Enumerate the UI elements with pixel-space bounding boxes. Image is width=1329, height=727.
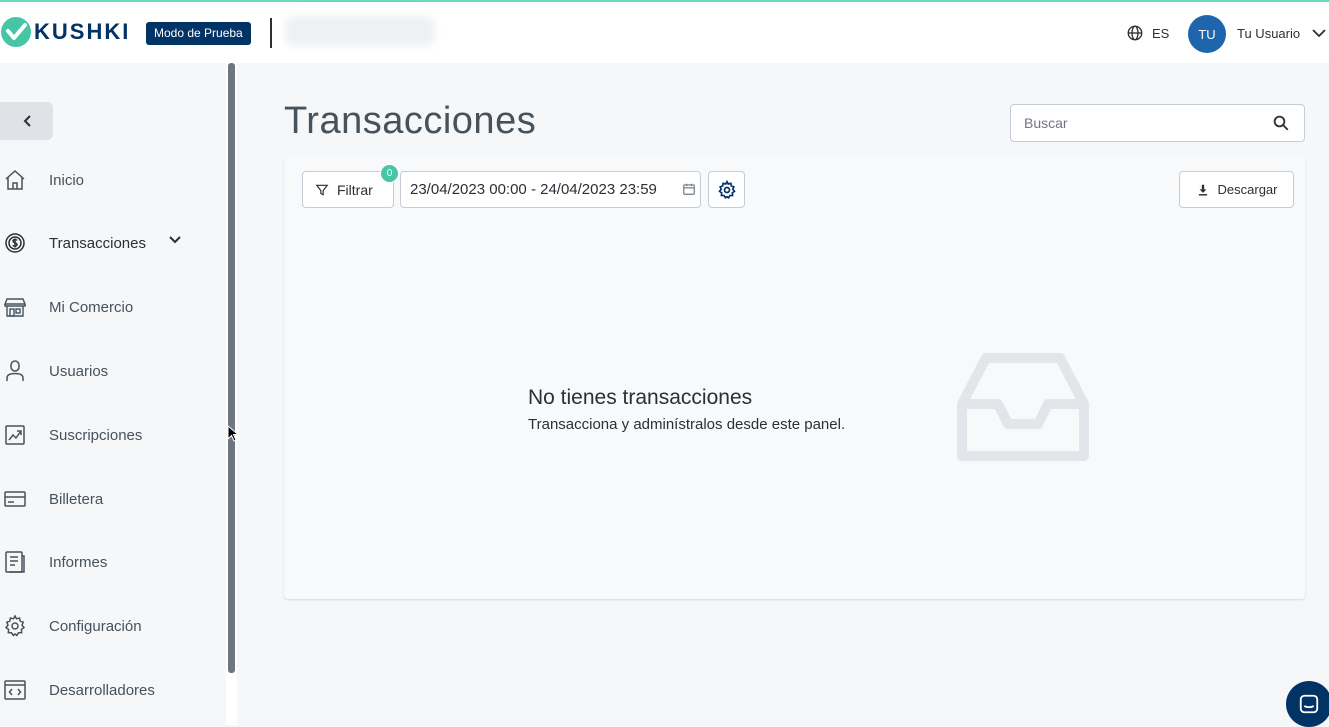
sidebar-item-label: Billetera [49, 490, 104, 508]
inbox-icon [957, 353, 1089, 461]
date-range-picker[interactable]: 23/04/2023 00:00 - 24/04/2023 23:59 [400, 171, 701, 208]
chevron-down-icon[interactable] [1312, 28, 1326, 38]
sidebar-item-label: Inicio [49, 171, 85, 189]
date-range-value: 23/04/2023 00:00 - 24/04/2023 23:59 [410, 181, 657, 198]
sidebar-item-billetera[interactable]: Billetera [0, 479, 220, 519]
merchant-name-blurred [285, 16, 435, 46]
avatar[interactable]: TU [1188, 15, 1226, 53]
code-icon [4, 680, 26, 700]
download-icon [1198, 184, 1207, 196]
collapse-sidebar-button[interactable] [0, 102, 53, 140]
sidebar-item-suscripciones[interactable]: Suscripciones [0, 415, 220, 455]
sidebar-item-label: Transacciones [49, 234, 146, 252]
filter-count-badge: 0 [380, 164, 399, 183]
sidebar-item-informes[interactable]: Informes [0, 542, 220, 582]
gear-icon [717, 179, 736, 199]
header-divider [270, 18, 272, 48]
test-mode-badge: Modo de Prueba [146, 22, 251, 45]
language-label: ES [1152, 25, 1170, 41]
search-input[interactable] [1011, 105, 1261, 141]
subscription-icon [5, 425, 25, 445]
chevron-left-icon [23, 115, 31, 127]
empty-state-title: No tienes transacciones [528, 386, 753, 409]
logo-mark-icon [1, 17, 31, 47]
top-bar: KUSHKI Modo de Prueba ES TU Tu Usuario [0, 0, 1329, 63]
sidebar-item-mi-comercio[interactable]: Mi Comercio [0, 287, 220, 327]
sidebar-item-label: Suscripciones [49, 426, 143, 444]
column-settings-button[interactable] [708, 171, 745, 208]
sidebar-item-label: Mi Comercio [49, 298, 134, 316]
sidebar-item-inicio[interactable]: Inicio [0, 160, 220, 200]
sidebar-item-transacciones[interactable]: Transacciones [0, 223, 220, 263]
search-icon[interactable] [1272, 114, 1290, 132]
sidebar-item-usuarios[interactable]: Usuarios [0, 351, 220, 391]
filter-icon [315, 184, 329, 196]
kushki-logo[interactable]: KUSHKI [0, 16, 130, 48]
calendar-icon [683, 183, 695, 195]
sidebar-item-desarrolladores[interactable]: Desarrolladores [0, 670, 220, 710]
search-field[interactable] [1010, 104, 1305, 142]
sidebar-item-label: Usuarios [49, 362, 109, 380]
chat-support-button[interactable] [1286, 681, 1329, 727]
sidebar-item-configuracion[interactable]: Configuración [0, 606, 220, 646]
language-selector[interactable]: ES [1126, 24, 1169, 42]
home-icon [5, 169, 25, 190]
filter-label: Filtrar [337, 181, 373, 198]
gear-icon [4, 614, 26, 637]
user-name[interactable]: Tu Usuario [1237, 26, 1300, 41]
globe-icon [1127, 25, 1143, 41]
chat-icon [1299, 694, 1319, 714]
store-icon [3, 298, 27, 317]
download-button[interactable]: Descargar [1179, 171, 1294, 208]
mouse-cursor-icon [227, 425, 239, 442]
transactions-card [284, 157, 1305, 599]
report-icon [5, 551, 25, 573]
sidebar-item-label: Desarrolladores [49, 681, 155, 699]
dollar-circle-icon [5, 233, 25, 253]
wallet-icon [4, 491, 26, 507]
page-title: Transacciones [284, 100, 537, 142]
download-label: Descargar [1217, 182, 1278, 197]
sidebar-scrollbar-thumb[interactable] [228, 63, 235, 673]
chevron-down-icon[interactable] [168, 235, 182, 245]
user-icon [6, 360, 24, 381]
logo-text: KUSHKI [34, 19, 131, 44]
sidebar-item-label: Informes [49, 553, 108, 571]
sidebar-item-label: Configuración [49, 617, 142, 635]
empty-state-subtitle: Transacciona y adminístralos desde este … [528, 416, 846, 433]
